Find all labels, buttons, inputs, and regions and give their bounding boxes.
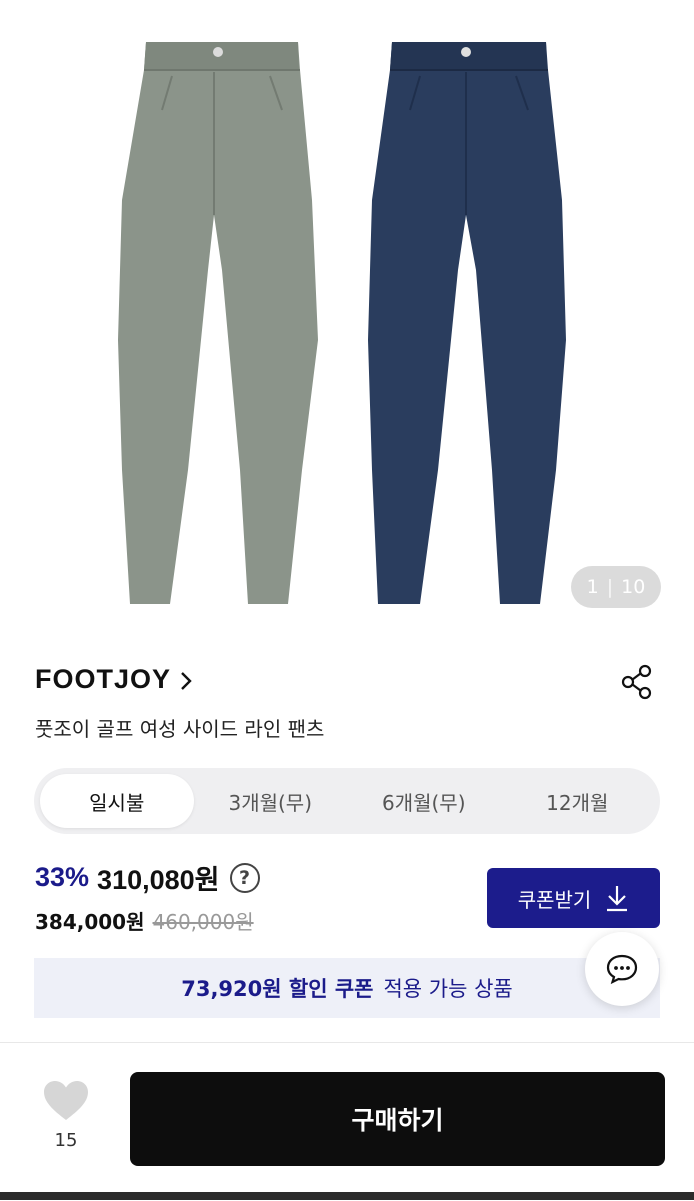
image-counter: 1 | 10 bbox=[571, 566, 661, 608]
buy-button[interactable]: 구매하기 bbox=[130, 1072, 665, 1166]
share-icon[interactable] bbox=[620, 664, 654, 700]
download-icon bbox=[607, 886, 628, 912]
image-counter-separator: | bbox=[606, 576, 614, 598]
like-button[interactable] bbox=[40, 1078, 92, 1126]
coupon-banner[interactable]: 73,920원 할인 쿠폰 적용 가능 상품 bbox=[34, 958, 660, 1018]
original-price: 460,000원 bbox=[152, 910, 254, 934]
chevron-right-icon[interactable] bbox=[178, 668, 194, 694]
product-image bbox=[118, 42, 566, 604]
help-icon[interactable]: ? bbox=[229, 862, 260, 893]
chat-button[interactable] bbox=[585, 932, 659, 1006]
get-coupon-label: 쿠폰받기 bbox=[517, 887, 592, 912]
coupon-banner-amount: 73,920원 할인 쿠폰 bbox=[181, 977, 374, 1001]
brand-row: FOOTJOY bbox=[35, 660, 660, 704]
sub-prices: 384,000원 460,000원 bbox=[35, 906, 254, 935]
like-count: 15 bbox=[54, 1130, 78, 1151]
image-counter-total: 10 bbox=[621, 576, 646, 598]
brand-link[interactable]: FOOTJOY bbox=[35, 664, 171, 695]
product-image-gallery[interactable]: 1 | 10 bbox=[0, 0, 694, 630]
get-coupon-button[interactable]: 쿠폰받기 bbox=[487, 868, 660, 928]
system-nav-bar bbox=[0, 1192, 694, 1200]
tab-12-months[interactable]: 12개월 bbox=[501, 774, 655, 828]
coupon-banner-text: 적용 가능 상품 bbox=[383, 977, 513, 1001]
installment-tabs: 일시불 3개월(무) 6개월(무) 12개월 bbox=[34, 768, 660, 834]
tab-6-months[interactable]: 6개월(무) bbox=[347, 774, 501, 828]
chat-icon bbox=[606, 954, 638, 985]
price-row: 33% 310,080원 ? bbox=[35, 858, 260, 897]
product-title: 풋조이 골프 여성 사이드 라인 팬츠 bbox=[35, 717, 325, 741]
tab-lump-sum[interactable]: 일시불 bbox=[40, 774, 194, 828]
sale-price: 310,080원 bbox=[97, 865, 220, 895]
base-price: 384,000원 bbox=[35, 910, 145, 934]
heart-icon bbox=[44, 1081, 88, 1120]
image-counter-current: 1 bbox=[586, 576, 599, 598]
tab-3-months[interactable]: 3개월(무) bbox=[194, 774, 348, 828]
discount-rate: 33% bbox=[35, 862, 90, 892]
